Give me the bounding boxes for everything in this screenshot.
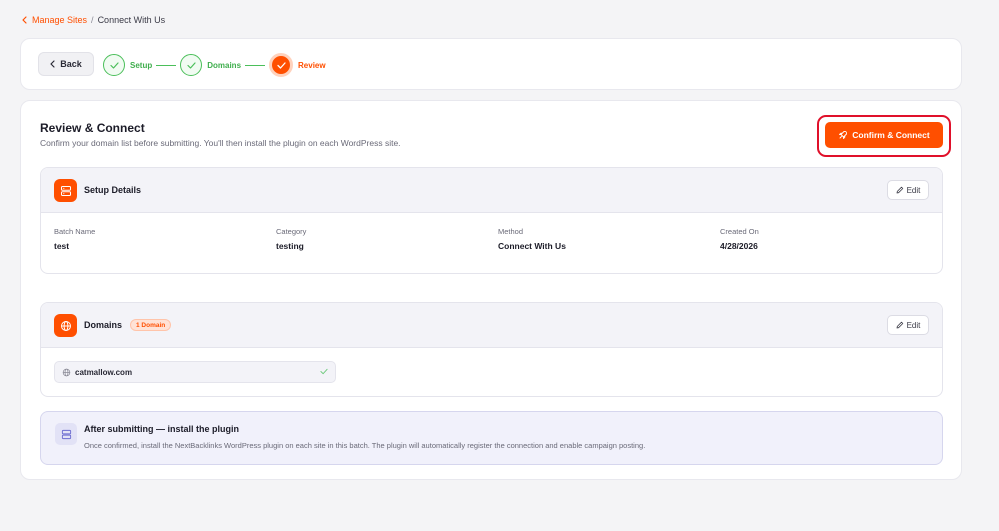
step-setup-label: Setup [130,60,153,70]
pencil-icon [896,186,903,194]
step-review-check-icon [269,53,294,77]
globe-icon [54,314,77,337]
breadcrumb-link-manage-sites[interactable]: Manage Sites [22,15,87,25]
chevron-left-icon [50,60,55,68]
breadcrumb-current: Connect With Us [97,15,166,25]
detail-created-on: Created On 4/28/2026 [720,227,759,251]
domain-item: catmallow.com [54,361,336,383]
edit-label: Edit [906,320,921,330]
step-setup-check-icon [103,54,125,76]
page-title: Review & Connect [40,121,145,135]
rocket-icon [839,130,848,139]
setup-details-header: Setup Details Edit [41,168,942,213]
check-icon [320,368,328,375]
domains-title: Domains [84,320,123,330]
detail-value: 4/28/2026 [720,241,758,251]
detail-label: Category [276,227,307,236]
step-review: Review [269,53,326,77]
step-domains: Domains [180,54,241,76]
domain-name: catmallow.com [75,367,133,377]
install-plugin-notice: After submitting — install the plugin On… [40,411,943,465]
edit-label: Edit [906,185,921,195]
breadcrumb-parent-label: Manage Sites [32,15,88,25]
confirm-connect-label: Confirm & Connect [852,130,930,140]
back-button-label: Back [60,59,82,69]
setup-details-title: Setup Details [84,185,142,195]
pencil-icon [896,321,903,329]
stepper: Setup Domains Review [103,53,326,77]
setup-details-section: Setup Details Edit Batch Name test Categ… [40,167,943,274]
back-button[interactable]: Back [38,52,94,76]
review-card: Review & Connect Confirm your domain lis… [20,100,962,480]
detail-value: testing [276,241,304,251]
domain-count-badge: 1 Domain [130,319,172,331]
detail-method: Method Connect With Us [498,227,566,251]
domains-section: Domains 1 Domain Edit catmallow.com [40,302,943,397]
breadcrumb: Manage Sites / Connect With Us [22,14,165,26]
confirm-highlight: Confirm & Connect [817,115,951,157]
stepper-card: Back Setup Domains Review [20,38,962,90]
confirm-connect-button[interactable]: Confirm & Connect [825,122,943,148]
detail-value: Connect With Us [498,241,566,251]
server-icon [55,423,77,445]
step-domains-label: Domains [207,60,242,70]
step-setup: Setup [103,54,152,76]
notice-title: After submitting — install the plugin [84,424,239,434]
step-connector [245,64,266,66]
detail-category: Category testing [276,227,306,251]
globe-icon [62,368,71,376]
domains-header: Domains 1 Domain Edit [41,303,942,348]
detail-value: test [54,241,70,251]
notice-text: Once confirmed, install the NextBacklink… [84,441,646,450]
domains-edit-button[interactable]: Edit [887,315,929,335]
server-icon [54,179,77,202]
step-domains-check-icon [180,54,203,76]
page-subtitle: Confirm your domain list before submitti… [40,138,401,148]
detail-batch-name: Batch Name test [54,227,95,251]
step-connector [156,64,177,66]
step-review-label: Review [298,60,326,70]
detail-label: Created On [720,227,759,236]
breadcrumb-separator: / [91,15,94,25]
setup-details-edit-button[interactable]: Edit [887,180,929,200]
detail-label: Method [498,227,524,236]
chevron-left-icon [22,16,27,24]
detail-label: Batch Name [54,227,96,236]
